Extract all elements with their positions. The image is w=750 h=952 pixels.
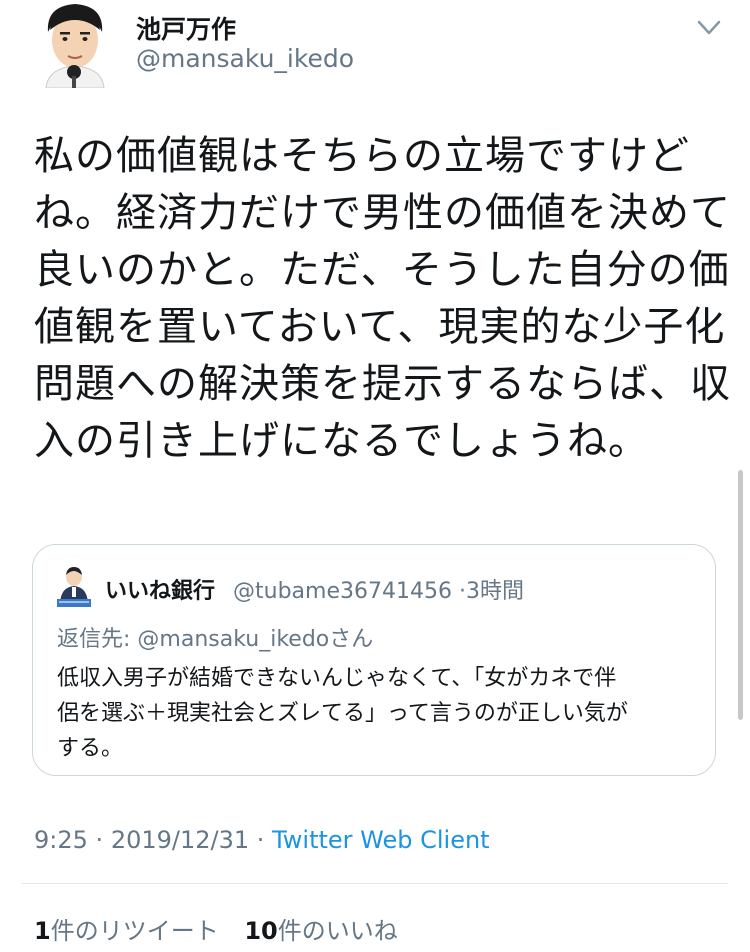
retweets-count: 1 <box>34 917 51 945</box>
author-display-name[interactable]: 池戸万作 <box>136 10 236 46</box>
tweet-text-line: 値観を置いておいて、現実的な少子化 <box>34 304 726 350</box>
quoted-meta: @tubame36741456 ·3時間 <box>233 573 524 605</box>
tweet-text-line: ね。経済力だけで男性の価値を決めて <box>34 190 731 236</box>
tweet-text-line: 入の引き上げになるでしょうね。 <box>34 418 649 464</box>
quoted-avatar-icon[interactable] <box>57 565 91 609</box>
tweet-text-line: 問題への解決策を提示するならば、収 <box>34 361 731 407</box>
quoted-text-line: する。 <box>57 736 124 761</box>
tweet-time[interactable]: 9:25 <box>34 826 88 854</box>
reply-to-suffix: さん <box>329 627 374 652</box>
source-client-link[interactable]: Twitter Web Client <box>272 826 490 854</box>
likes-count: 10 <box>244 917 278 945</box>
tweet-text-line: 良いのかと。ただ、そうした自分の価 <box>34 247 730 293</box>
quoted-text: 低収入男子が結婚できないんじゃなくて、「女がカネで伴 侶を選ぶ＋現実社会とズレて… <box>57 661 697 766</box>
quoted-tweet-card[interactable]: いいね銀行 @tubame36741456 ·3時間 返信先: @mansaku… <box>32 544 716 776</box>
quoted-time[interactable]: 3時間 <box>466 579 524 604</box>
retweets-label: 件のリツイート <box>50 917 219 945</box>
reply-to-line: 返信先: @mansaku_ikedoさん <box>57 621 373 653</box>
likes-label: 件のいいね <box>277 917 398 945</box>
scrollbar[interactable] <box>738 470 743 720</box>
divider <box>22 883 728 884</box>
reply-to-label: 返信先: <box>57 627 138 652</box>
chevron-down-icon[interactable] <box>695 16 723 40</box>
reply-to-handle[interactable]: @mansaku_ikedo <box>137 627 329 652</box>
tweet-date[interactable]: 2019/12/31 <box>111 826 249 854</box>
separator-dot: · <box>95 826 104 854</box>
separator-dot: · <box>256 826 265 854</box>
likes-stat[interactable]: 10件のいいね <box>244 917 397 945</box>
retweets-stat[interactable]: 1件のリツイート <box>34 917 219 945</box>
tweet-text-line: 私の価値観はそちらの立場ですけど <box>34 133 690 179</box>
separator-dot: · <box>458 579 466 604</box>
tweet-header: 池戸万作 @mansaku_ikedo <box>0 0 750 100</box>
quoted-text-line: 低収入男子が結婚できないんじゃなくて、「女がカネで伴 <box>57 666 617 691</box>
tweet-text: 私の価値観はそちらの立場ですけど ね。経済力だけで男性の価値を決めて 良いのかと… <box>34 128 731 470</box>
author-handle[interactable]: @mansaku_ikedo <box>136 44 354 73</box>
author-avatar-icon[interactable] <box>40 2 110 88</box>
quoted-display-name[interactable]: いいね銀行 <box>105 573 215 605</box>
quoted-handle[interactable]: @tubame36741456 <box>233 579 452 604</box>
engagement-stats: 1件のリツイート 10件のいいね <box>34 911 416 946</box>
quoted-text-line: 侶を選ぶ＋現実社会とズレてる」って言うのが正しい気が <box>57 701 628 726</box>
tweet-timestamp-line: 9:25 · 2019/12/31 · Twitter Web Client <box>34 826 490 854</box>
